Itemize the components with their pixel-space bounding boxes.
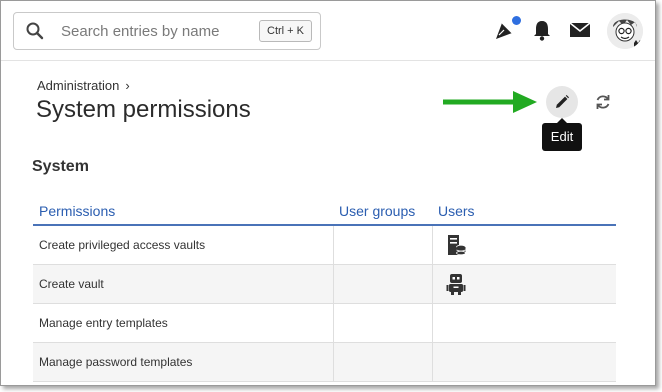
notifications-button[interactable] (531, 18, 557, 44)
messages-button[interactable] (569, 21, 595, 47)
user-groups-cell (333, 303, 433, 343)
users-cell (432, 264, 616, 304)
search-icon (26, 22, 44, 40)
breadcrumb-administration[interactable]: Administration (37, 78, 119, 93)
search-input[interactable]: Search entries by name Ctrl + K (13, 12, 321, 50)
users-cell (432, 225, 616, 265)
column-header-user-groups[interactable]: User groups (333, 197, 432, 226)
permissions-table: Permissions User groups Users Create pri… (33, 197, 616, 382)
search-shortcut-badge: Ctrl + K (259, 20, 312, 42)
user-avatar[interactable] (607, 13, 643, 49)
table-row[interactable]: Create privileged access vaults (33, 225, 616, 265)
column-header-users[interactable]: Users (432, 197, 616, 226)
users-cell (432, 342, 616, 382)
edit-tooltip: Edit (542, 118, 582, 151)
table-row[interactable]: Create vault (33, 264, 616, 304)
avatar-image (607, 13, 643, 49)
app-window: Search entries by name Ctrl + K Administ… (0, 0, 656, 386)
table-header-row: Permissions User groups Users (33, 197, 616, 226)
permission-name: Create privileged access vaults (33, 225, 334, 265)
permission-name: Manage password templates (33, 342, 334, 382)
announcements-button[interactable] (493, 16, 521, 44)
refresh-button[interactable] (593, 92, 613, 112)
pencil-icon (556, 95, 569, 108)
permission-name: Manage entry templates (33, 303, 334, 343)
search-placeholder: Search entries by name (61, 22, 220, 40)
robot-user-icon (446, 273, 465, 295)
table-row[interactable]: Manage entry templates (33, 303, 616, 343)
permission-name: Create vault (33, 264, 334, 304)
user-groups-cell (333, 342, 433, 382)
user-groups-cell (333, 225, 433, 265)
mail-icon (569, 22, 591, 37)
top-header: Search entries by name Ctrl + K (1, 1, 655, 61)
notification-dot (512, 16, 521, 25)
chevron-right-icon: › (125, 78, 130, 93)
page-title: System permissions (36, 96, 251, 123)
column-header-permissions[interactable]: Permissions (33, 197, 333, 226)
refresh-icon (596, 95, 610, 109)
bell-icon (534, 21, 550, 41)
breadcrumb[interactable]: Administration › (37, 78, 130, 93)
table-row[interactable]: Manage password templates (33, 342, 616, 382)
edit-button[interactable] (546, 86, 578, 118)
section-title: System (32, 158, 89, 175)
users-cell (432, 303, 616, 343)
green-arrow-annotation (443, 91, 537, 113)
server-user-icon (447, 234, 466, 255)
user-groups-cell (333, 264, 433, 304)
